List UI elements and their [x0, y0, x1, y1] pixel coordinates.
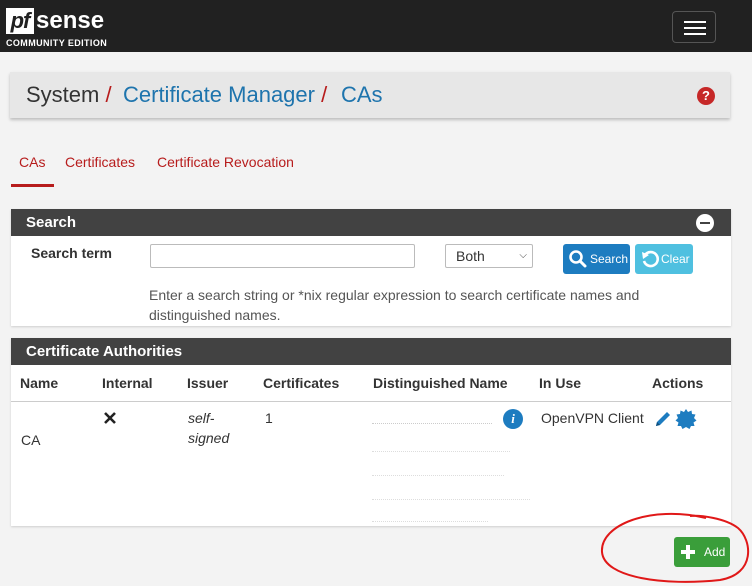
logo-mark: pf: [6, 8, 34, 34]
breadcrumb-certificate-manager[interactable]: Certificate Manager /: [123, 72, 327, 118]
breadcrumb-cas[interactable]: CAs: [341, 72, 383, 118]
ca-panel-title: Certificate Authorities: [26, 343, 183, 360]
column-header-internal[interactable]: Internal: [102, 375, 153, 391]
plus-icon: [681, 545, 695, 559]
column-header-name[interactable]: Name: [20, 375, 58, 391]
chevron-down-icon: ⌵: [519, 250, 527, 261]
certificate-seal-icon[interactable]: [675, 408, 697, 430]
edit-pencil-icon[interactable]: [653, 409, 673, 429]
breadcrumb: System / Certificate Manager / CAs ?: [10, 72, 730, 118]
column-header-certificates[interactable]: Certificates: [263, 375, 339, 391]
certificates-count: 1: [265, 410, 273, 426]
search-panel-title: Search: [26, 214, 77, 231]
in-use-value: OpenVPN Client: [541, 410, 644, 426]
redacted-dn-line5: [372, 510, 488, 522]
search-icon: [569, 250, 587, 268]
ca-panel-header: Certificate Authorities: [11, 338, 731, 365]
redacted-dn-line3: [372, 464, 504, 476]
info-icon[interactable]: i: [503, 409, 523, 429]
ca-name: CA: [21, 432, 41, 448]
search-panel-header[interactable]: Search: [11, 209, 731, 236]
logo-edition: COMMUNITY EDITION: [6, 38, 108, 48]
logo-word: sense: [36, 7, 105, 34]
column-header-distinguished-name[interactable]: Distinguished Name: [373, 375, 508, 391]
add-button[interactable]: Add: [674, 537, 730, 567]
table-row: CA self- signed 1 i OpenVPN Client: [11, 402, 731, 526]
help-icon[interactable]: ?: [697, 87, 715, 105]
close-icon: [104, 412, 116, 424]
tab-cas[interactable]: CAs: [19, 154, 45, 170]
clear-button[interactable]: Clear: [635, 244, 693, 274]
column-header-actions: Actions: [652, 375, 704, 391]
redacted-dn-line4: [372, 488, 530, 500]
top-navbar: pf sense COMMUNITY EDITION: [0, 0, 752, 52]
tab-certificate-revocation[interactable]: Certificate Revocation: [157, 154, 294, 170]
breadcrumb-system: System /: [26, 82, 112, 107]
issuer-line2: signed: [188, 430, 230, 446]
hamburger-icon: [684, 21, 706, 23]
search-input[interactable]: [150, 244, 415, 268]
active-tab-indicator: [11, 184, 54, 187]
undo-icon: [642, 250, 659, 268]
search-help-text: Enter a search string or *nix regular ex…: [149, 287, 640, 323]
issuer-line1: self-: [188, 410, 215, 426]
redacted-dn-line2: [372, 440, 510, 452]
search-term-label: Search term: [31, 245, 112, 261]
tab-certificates[interactable]: Certificates: [65, 154, 135, 170]
search-scope-select[interactable]: Both ⌵: [445, 244, 533, 268]
collapse-icon[interactable]: [696, 214, 714, 232]
search-button[interactable]: Search: [563, 244, 630, 274]
certificate-authorities-panel: Certificate Authorities Name Internal Is…: [11, 338, 731, 526]
search-panel: Search Search term Both ⌵ Search Clear E…: [11, 209, 731, 326]
column-header-issuer[interactable]: Issuer: [187, 375, 228, 391]
redacted-name: [21, 410, 93, 422]
column-header-in-use[interactable]: In Use: [539, 375, 581, 391]
menu-toggle-button[interactable]: [672, 11, 716, 43]
redacted-dn-line1: [372, 412, 492, 424]
